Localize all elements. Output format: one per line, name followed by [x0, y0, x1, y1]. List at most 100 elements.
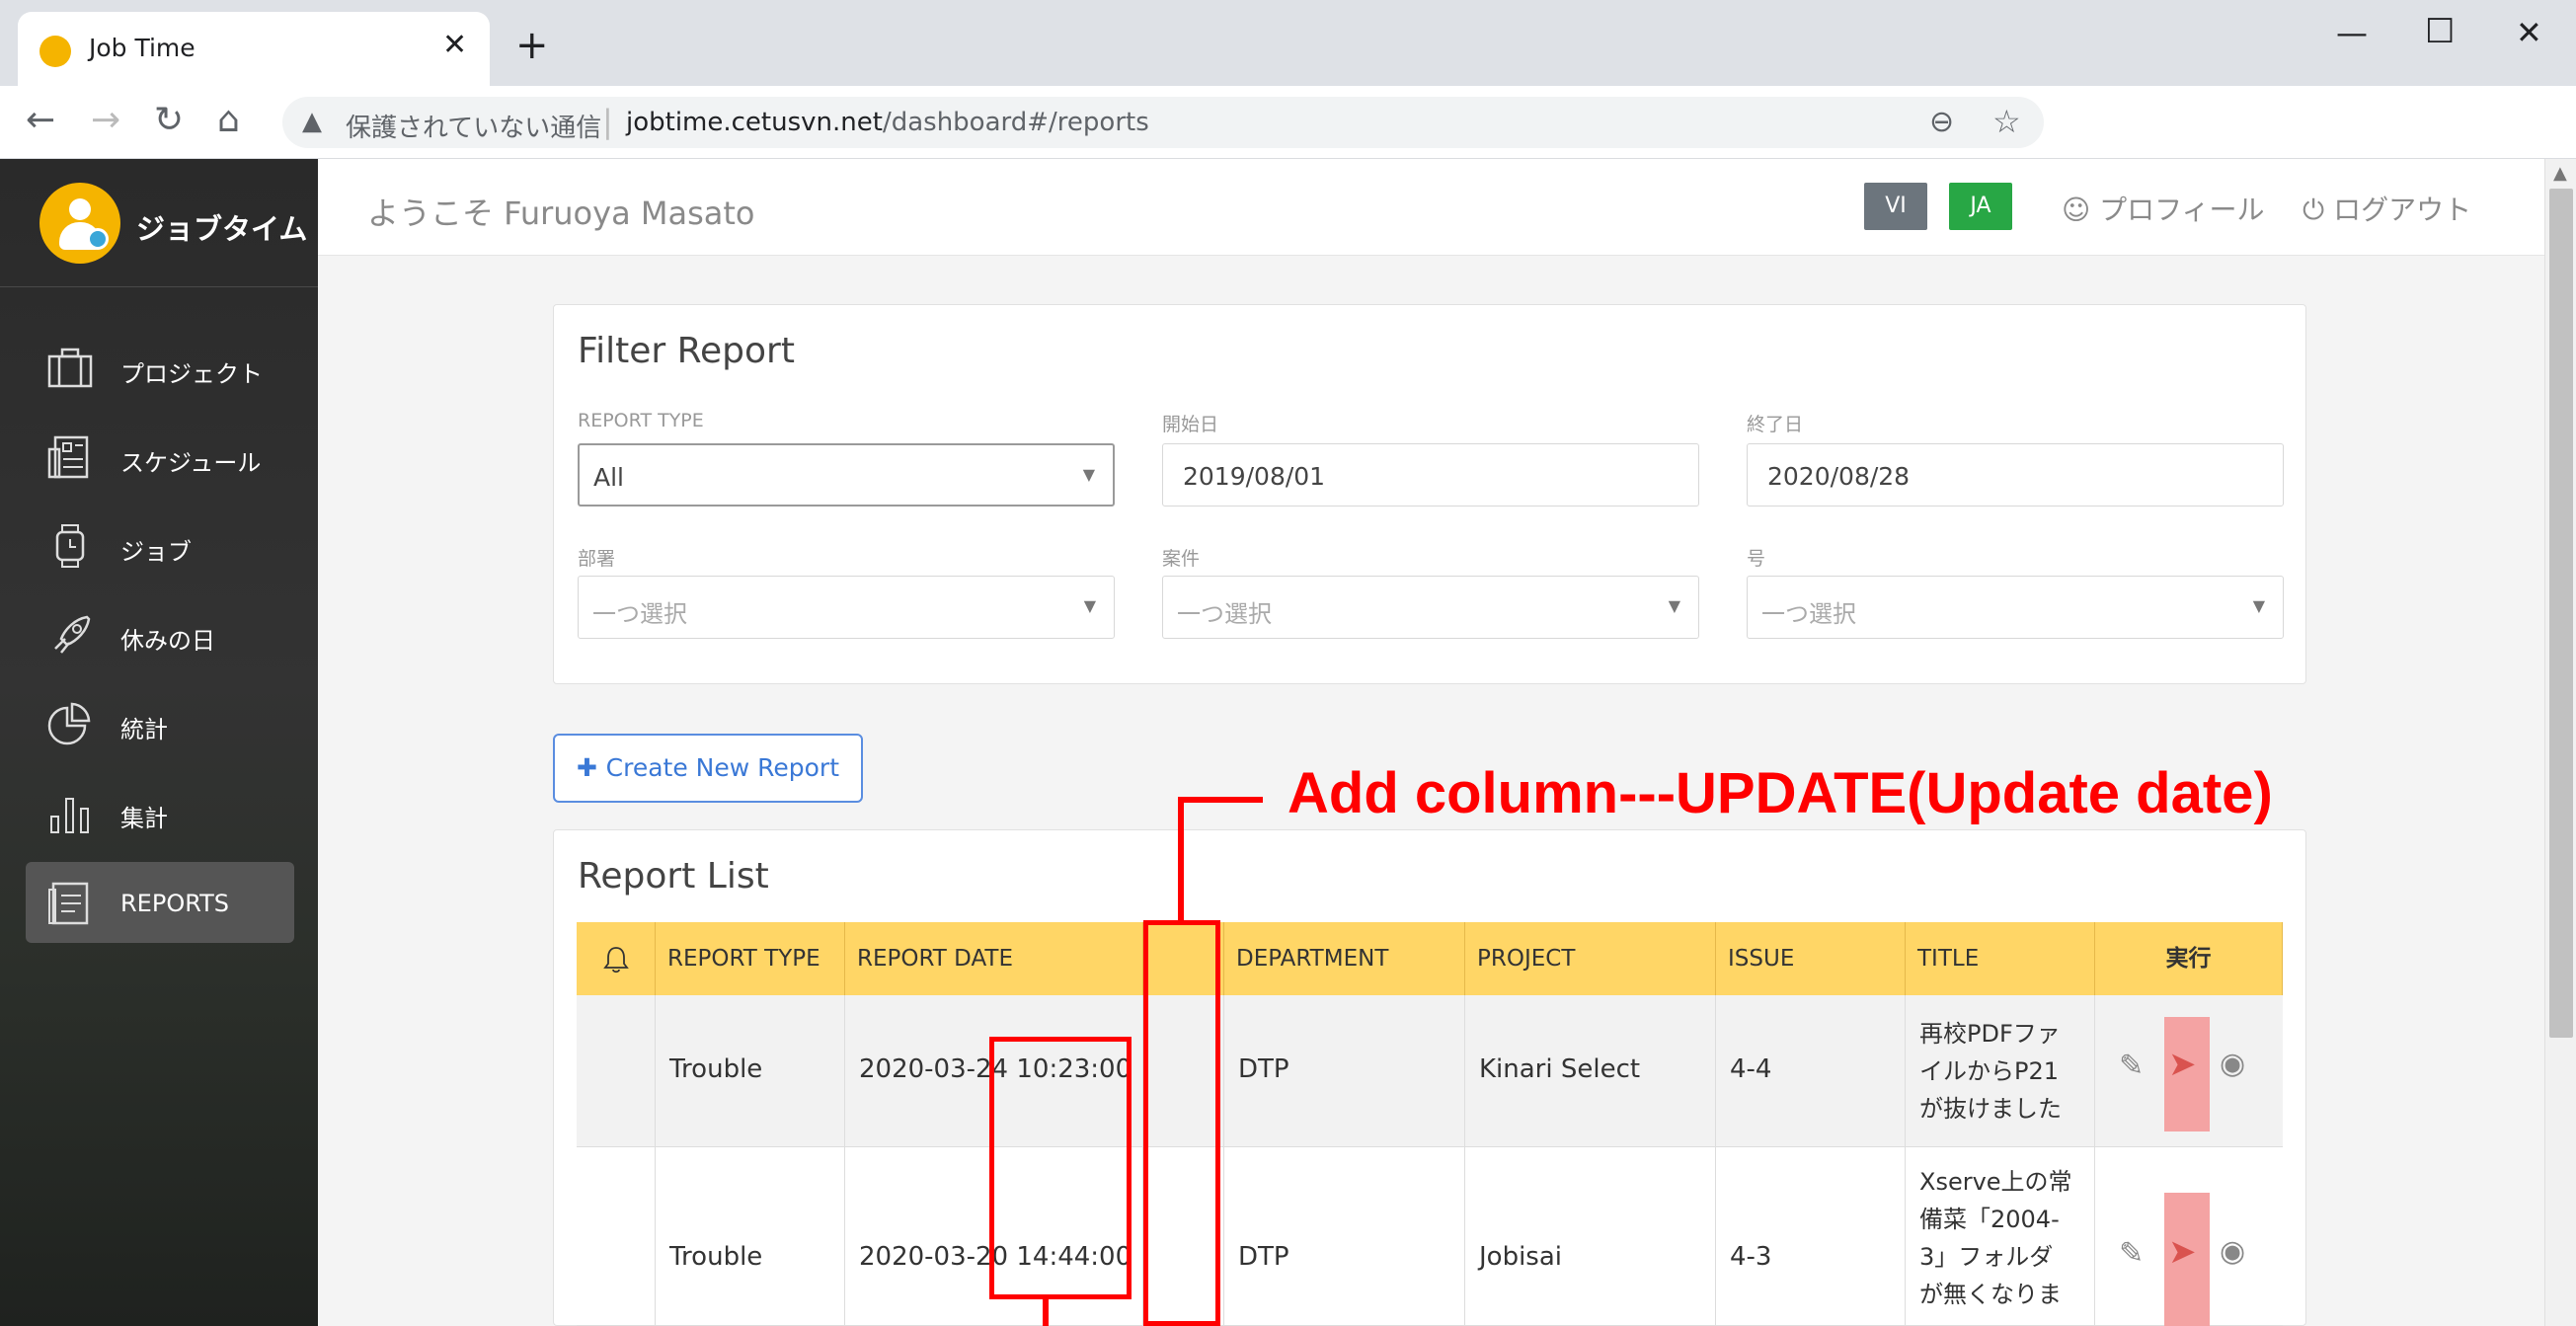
minimize-icon[interactable]: — — [2336, 14, 2368, 51]
zoom-icon[interactable]: ⊖ — [1929, 105, 1954, 139]
annotation-line — [1178, 797, 1263, 803]
logout-link[interactable]: ⏻ ログアウト — [2303, 189, 2471, 228]
schedule-icon — [47, 435, 93, 479]
sidebar-item-label: 休みの日 — [120, 627, 215, 655]
caret-down-icon: ▼ — [1083, 596, 1096, 615]
page-scrollbar[interactable]: ▲ — [2544, 159, 2576, 1326]
send-icon[interactable]: ➤ — [2168, 1045, 2197, 1084]
type-cell: Trouble — [656, 995, 845, 1147]
eye-icon[interactable]: ◉ — [2220, 1234, 2245, 1269]
project-value: Kinari Select — [1479, 1054, 1641, 1084]
department-cell: DTP — [1224, 995, 1465, 1147]
actions-cell: ✎ ➤ ◉ — [2095, 1147, 2283, 1326]
pie-chart-icon — [47, 702, 93, 745]
case-select[interactable]: 一つ選択 ▼ — [1162, 576, 1699, 639]
url-text[interactable]: jobtime.cetusvn.net/dashboard#/reports — [626, 108, 1149, 137]
department-label: 部署 — [578, 548, 616, 570]
sidebar-item-label: REPORTS — [120, 890, 230, 917]
department-value: DTP — [1238, 1242, 1289, 1272]
pencil-icon[interactable]: ✎ — [2119, 1049, 2144, 1083]
brand-logo-icon — [39, 183, 120, 264]
sidebar-item-label: 集計 — [120, 805, 168, 832]
tab-close-icon[interactable]: ✕ — [442, 28, 467, 62]
bell-cell — [577, 995, 656, 1147]
department-value: DTP — [1238, 1054, 1289, 1084]
brand[interactable]: ジョブタイム — [0, 159, 318, 287]
url-path: /dashboard#/reports — [882, 108, 1149, 137]
col-report-date[interactable]: REPORT DATE — [845, 922, 1143, 995]
title-line: が抜けました — [1919, 1095, 2062, 1123]
bar-chart-icon — [47, 791, 93, 833]
top-header: ようこそ Furuoya Masato VI JA ☺ プロフィール ⏻ ログア… — [318, 159, 2544, 256]
pencil-icon[interactable]: ✎ — [2119, 1236, 2144, 1271]
sidebar-item-holiday[interactable]: 休みの日 — [26, 593, 294, 674]
start-date-input[interactable]: 2019/08/01 — [1162, 443, 1699, 507]
annotation-text: Add column---UPDATE(Update date) — [1288, 761, 2273, 825]
sidebar-item-label: プロジェクト — [120, 360, 263, 388]
annotation-time-box — [989, 1037, 1132, 1299]
annotation-column-box — [1143, 920, 1220, 1326]
star-icon[interactable]: ☆ — [1992, 103, 2021, 140]
sidebar-item-project[interactable]: プロジェクト — [26, 327, 294, 408]
end-date-value: 2020/08/28 — [1767, 462, 1911, 491]
issue-select[interactable]: 一つ選択 ▼ — [1747, 576, 2284, 639]
issue-value: 4-4 — [1730, 1054, 1772, 1084]
filter-card: Filter Report REPORT TYPE All ▼ 開始日 2019… — [553, 304, 2306, 684]
warning-icon: ▲ — [302, 107, 322, 136]
briefcase-icon — [47, 347, 93, 388]
end-date-label: 終了日 — [1747, 414, 1804, 435]
logout-label: ログアウト — [2333, 194, 2472, 226]
department-select[interactable]: 一つ選択 ▼ — [578, 576, 1115, 639]
browser-tab[interactable]: Job Time ✕ — [18, 12, 490, 86]
new-tab-button[interactable]: + — [515, 26, 549, 65]
col-title[interactable]: TITLE — [1906, 922, 2095, 995]
table-row[interactable]: Trouble 2020-03-20 14:44:00 DTP Jobisai … — [577, 1147, 2283, 1326]
report-type-select[interactable]: All ▼ — [578, 443, 1115, 507]
project-cell: Jobisai — [1465, 1147, 1716, 1326]
end-date-input[interactable]: 2020/08/28 — [1747, 443, 2284, 507]
reload-icon[interactable]: ↻ — [154, 100, 184, 140]
title-cell: Xserve上の常 備菜「2004- 3」フォルダ が無くなりま — [1906, 1147, 2095, 1326]
col-project[interactable]: PROJECT — [1465, 922, 1716, 995]
col-department[interactable]: DEPARTMENT — [1224, 922, 1465, 995]
omnibox[interactable]: ▲ 保護されていない通信 | jobtime.cetusvn.net/dashb… — [282, 97, 2044, 148]
type-value: Trouble — [669, 1054, 763, 1084]
close-icon[interactable]: ✕ — [2516, 14, 2542, 51]
actions-cell: ✎ ➤ ◉ — [2095, 995, 2283, 1147]
lang-ja-button[interactable]: JA — [1949, 183, 2012, 230]
col-report-type[interactable]: REPORT TYPE — [656, 922, 845, 995]
project-cell: Kinari Select — [1465, 995, 1716, 1147]
col-issue[interactable]: ISSUE — [1716, 922, 1906, 995]
user-icon: ☺ — [2062, 194, 2100, 226]
report-type-label: REPORT TYPE — [578, 410, 704, 431]
sidebar-item-reports[interactable]: REPORTS — [26, 862, 294, 943]
report-type-value: All — [593, 463, 624, 492]
sidebar-item-job[interactable]: ジョブ — [26, 505, 294, 585]
sidebar-item-summary[interactable]: 集計 — [26, 771, 294, 852]
sidebar-item-schedule[interactable]: スケジュール — [26, 416, 294, 497]
title-line: が無くなりま — [1919, 1281, 2062, 1308]
scroll-up-icon[interactable]: ▲ — [2553, 163, 2567, 184]
sidebar: ジョブタイム プロジェクト スケジュール ジョブ 休みの日 統計 集計 REPO… — [0, 159, 318, 1326]
sidebar-item-label: スケジュール — [120, 449, 262, 477]
title-line: イルからP21 — [1919, 1057, 2060, 1085]
back-icon[interactable]: ← — [26, 100, 55, 140]
sidebar-item-statistics[interactable]: 統計 — [26, 682, 294, 763]
lang-vi-button[interactable]: VI — [1864, 183, 1927, 230]
profile-label: プロフィール — [2099, 194, 2265, 226]
profile-link[interactable]: ☺ プロフィール — [2062, 189, 2265, 228]
start-date-value: 2019/08/01 — [1183, 462, 1326, 491]
report-list-title: Report List — [578, 856, 769, 897]
forward-icon[interactable]: → — [91, 100, 120, 140]
create-report-button[interactable]: ✚ Create New Report — [553, 734, 863, 803]
scroll-thumb[interactable] — [2549, 189, 2573, 1038]
title-line: Xserve上の常 — [1919, 1168, 2072, 1196]
home-icon[interactable]: ⌂ — [217, 100, 240, 140]
url-host: jobtime.cetusvn.net — [626, 108, 883, 137]
maximize-icon[interactable]: ☐ — [2425, 12, 2455, 51]
table-row[interactable]: Trouble 2020-03-24 10:23:00 DTP Kinari S… — [577, 995, 2283, 1147]
eye-icon[interactable]: ◉ — [2220, 1047, 2245, 1081]
send-icon[interactable]: ➤ — [2168, 1232, 2197, 1272]
welcome-text: ようこそ Furuoya Masato — [367, 195, 755, 232]
create-report-label: Create New Report — [605, 753, 840, 782]
